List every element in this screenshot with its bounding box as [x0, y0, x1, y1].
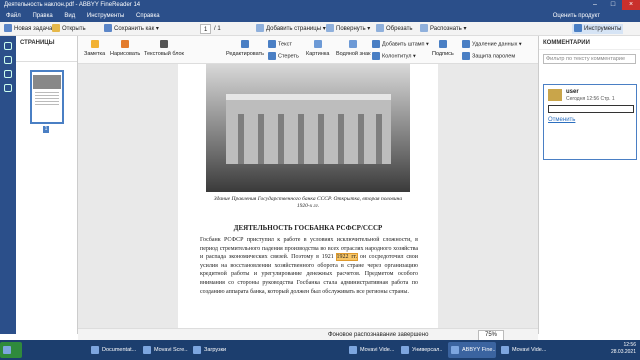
recognize-icon: [420, 24, 428, 33]
delete-data-icon: [462, 40, 470, 48]
taskbar-item-movavi-video-2[interactable]: Movavi Vide...: [498, 342, 548, 358]
page-number-field[interactable]: 1: [200, 24, 212, 34]
new-task-icon: [4, 24, 12, 33]
edit-button[interactable]: Редактировать: [226, 40, 264, 58]
folder-icon: [52, 24, 60, 33]
page-total: / 1: [214, 26, 221, 32]
new-task-button[interactable]: Новая задача: [4, 24, 52, 34]
textbox-icon: [159, 40, 168, 48]
picture-button[interactable]: Картинка: [306, 40, 329, 58]
highlighted-text[interactable]: 1922 гг.: [335, 253, 359, 262]
taskbar-item-universal[interactable]: Универсал..: [398, 342, 446, 358]
left-toolbar: [0, 36, 16, 334]
add-stamp-button[interactable]: Добавить штамп ▾: [372, 40, 429, 48]
cancel-link[interactable]: Отменить: [548, 117, 575, 123]
pages-icon[interactable]: [4, 42, 12, 50]
text-button[interactable]: Текст: [268, 40, 292, 48]
rotate-icon: [326, 24, 334, 33]
minimize-icon[interactable]: –: [586, 0, 604, 10]
header-footer-button[interactable]: Колонтитул ▾: [372, 52, 416, 60]
save-icon: [104, 24, 112, 33]
title-bar: Деятельность наклон.pdf - ABBYY FineRead…: [0, 0, 640, 10]
search-icon[interactable]: [4, 56, 12, 64]
taskbar-item-downloads[interactable]: Загрузки: [190, 342, 236, 358]
protect-button[interactable]: Защита паролем: [462, 52, 515, 60]
taskbar-item-movavi-video[interactable]: Movavi Vide...: [346, 342, 396, 358]
window-title: Деятельность наклон.pdf - ABBYY FineRead…: [4, 2, 141, 8]
menu-help[interactable]: Справка: [136, 13, 160, 19]
add-pages-icon: [256, 24, 264, 33]
crop-button[interactable]: Обрезать: [376, 24, 412, 34]
maximize-icon[interactable]: □: [604, 0, 622, 10]
menu-bar: Файл Правка Вид Инструменты Справка Оцен…: [0, 10, 640, 22]
textbox-button[interactable]: Текстовый блок: [144, 40, 184, 58]
note-icon: [548, 89, 562, 101]
crop-icon: [376, 24, 384, 33]
document-page[interactable]: Здание Правления Государственного банка …: [178, 64, 438, 328]
section-heading: ДЕЯТЕЛЬНОСТЬ ГОСБАНКА РСФСР/СССР: [233, 224, 383, 232]
watermark-button[interactable]: Водяной знак: [336, 40, 371, 58]
note-button[interactable]: Заметка: [84, 40, 105, 58]
signature-button[interactable]: Подпись: [432, 40, 454, 58]
start-button[interactable]: [0, 342, 22, 358]
document-view[interactable]: Здание Правления Государственного банка …: [78, 64, 538, 328]
system-clock[interactable]: 12:56 28.03.2021: [611, 342, 636, 356]
watermark-icon: [349, 40, 358, 48]
comment-reply-input[interactable]: [548, 105, 634, 113]
signature-icon: [438, 40, 447, 48]
comment-date: Сегодня 12:56 Стр. 1: [566, 96, 615, 102]
bookmarks-icon[interactable]: [4, 70, 12, 78]
body-paragraph: Госбанк РСФСР приступил к работе в услов…: [200, 237, 418, 295]
attachments-icon[interactable]: [4, 84, 12, 92]
comment-filter-input[interactable]: Фильтр по тексту комментарие: [543, 54, 636, 64]
eraser-icon: [268, 52, 276, 60]
comment-author: user: [566, 89, 579, 95]
delete-data-button[interactable]: Удаление данных ▾: [462, 40, 522, 48]
comment-card[interactable]: user Сегодня 12:56 Стр. 1 Отменить: [543, 84, 637, 160]
menu-tools[interactable]: Инструменты: [87, 13, 124, 19]
comments-panel: КОММЕНТАРИИ Фильтр по тексту комментарие…: [538, 36, 640, 334]
text-icon: [268, 40, 276, 48]
page-thumbnail[interactable]: [30, 70, 64, 124]
close-icon[interactable]: ×: [622, 0, 640, 10]
picture-icon: [313, 40, 322, 48]
taskbar-item-movavi-screen[interactable]: Movavi Scre...: [140, 342, 188, 358]
taskbar-item-documentation[interactable]: Documentat...: [88, 342, 138, 358]
pages-panel: СТРАНИЦЫ 1: [16, 36, 78, 334]
tools-button[interactable]: Инструменты: [572, 24, 624, 34]
menu-edit[interactable]: Правка: [32, 13, 52, 19]
rate-product-link[interactable]: Оценить продукт: [553, 10, 600, 22]
taskbar-item-abbyy[interactable]: ABBYY Fine...: [448, 342, 496, 358]
recognize-button[interactable]: Распознать ▾: [420, 24, 467, 34]
edit-icon: [241, 40, 249, 48]
comments-panel-title: КОММЕНТАРИИ: [539, 36, 640, 50]
stamp-icon: [372, 40, 380, 48]
building-photo: [206, 64, 410, 192]
pages-panel-title: СТРАНИЦЫ: [20, 40, 55, 46]
thumbnail-page-number: 1: [43, 126, 49, 133]
main-toolbar: Новая задача Открыть Сохранить как ▾ 1 /…: [0, 22, 640, 36]
status-bar: Фоновое распознавание завершено 75%: [78, 328, 538, 341]
rotate-button[interactable]: Повернуть ▾: [326, 24, 370, 34]
tools-icon: [574, 24, 582, 33]
taskbar: Documentat... Movavi Scre... Загрузки Mo…: [0, 340, 640, 360]
add-pages-button[interactable]: Добавить страницы ▾: [256, 24, 326, 34]
open-button[interactable]: Открыть: [52, 24, 86, 34]
menu-file[interactable]: Файл: [6, 13, 21, 19]
save-as-button[interactable]: Сохранить как ▾: [104, 24, 159, 34]
photo-caption: Здание Правления Государственного банка …: [213, 196, 403, 209]
menu-view[interactable]: Вид: [64, 13, 75, 19]
draw-button[interactable]: Нарисовать: [110, 40, 140, 58]
pages-panel-toolbar: [16, 50, 77, 62]
erase-button[interactable]: Стереть: [268, 52, 299, 60]
note-icon: [90, 40, 99, 48]
header-footer-icon: [372, 52, 380, 60]
lock-icon: [462, 52, 470, 60]
pencil-icon: [121, 40, 130, 48]
